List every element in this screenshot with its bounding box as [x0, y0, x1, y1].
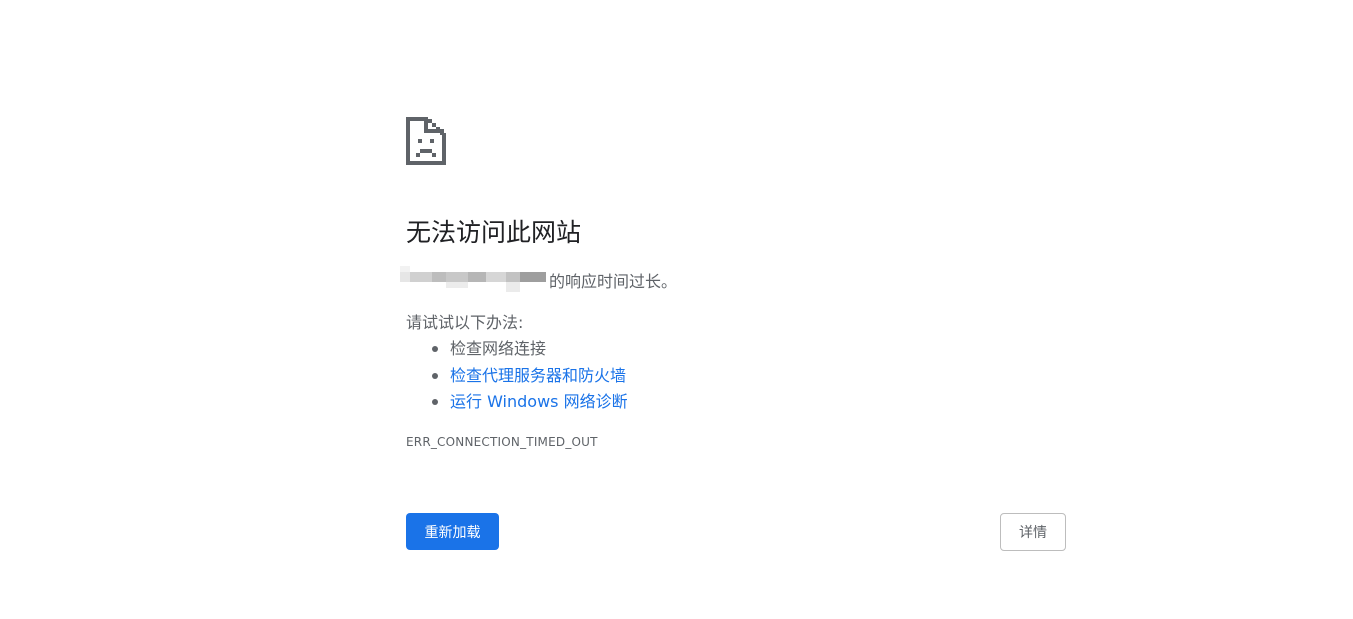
network-diagnostics-link[interactable]: 运行 Windows 网络诊断 [450, 392, 628, 411]
details-button[interactable]: 详情 [1000, 513, 1066, 551]
suggestions-heading: 请试试以下办法: [406, 313, 524, 332]
check-proxy-link[interactable]: 检查代理服务器和防火墙 [450, 366, 626, 385]
suggestion-check-proxy: 检查代理服务器和防火墙 [432, 363, 628, 390]
sad-file-icon [406, 117, 446, 165]
suggestion-network-diagnostics: 运行 Windows 网络诊断 [432, 389, 628, 416]
error-page: 无法访问此网站 的响应时间过长。 请试试以下办法: 检查网络连接 检查代理服务器… [0, 0, 1353, 619]
host-message: 的响应时间过长。 [400, 266, 678, 294]
reload-button[interactable]: 重新加载 [406, 513, 499, 550]
page-title: 无法访问此网站 [406, 218, 582, 247]
error-code: ERR_CONNECTION_TIMED_OUT [406, 435, 598, 449]
host-message-text: 的响应时间过长。 [549, 272, 678, 291]
suggestion-check-network: 检查网络连接 [432, 336, 628, 363]
redacted-hostname [400, 266, 546, 294]
suggestions-list: 检查网络连接 检查代理服务器和防火墙 运行 Windows 网络诊断 [406, 336, 628, 416]
